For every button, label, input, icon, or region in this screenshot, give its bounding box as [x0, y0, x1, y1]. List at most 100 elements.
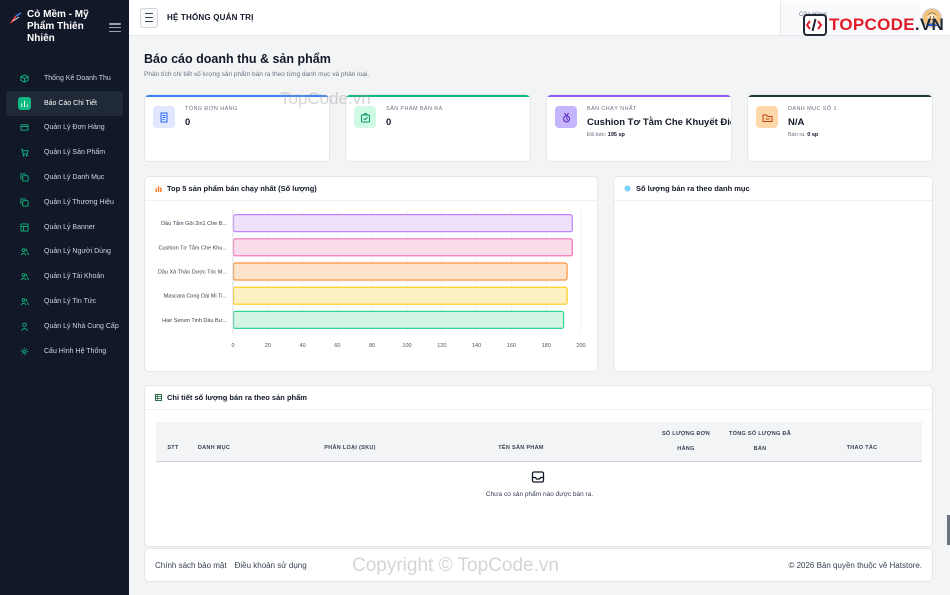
x-tick-label: 120 — [437, 343, 446, 349]
top-products-bar-chart: 0 20 40 60 80 100 120 140 160 180 200 Dầu Tắm Gội 2… — [158, 210, 586, 349]
sidebar-item-label: Quản Lý Tài Khoản — [44, 273, 105, 281]
sidebar-item-6[interactable]: Quản Lý Banner — [6, 215, 123, 240]
sidebar-item-11[interactable]: Cấu Hình Hệ Thống — [6, 339, 123, 364]
main-content: Báo cáo doanh thu & sản phẩm Phân tích c… — [129, 36, 950, 595]
sidebar-item-label: Quản Lý Danh Mục — [44, 174, 105, 182]
stat-card-3: DANH MỤC SỐ 1 N/A Bán ra: 0 sp — [747, 94, 933, 162]
bar-0[interactable] — [232, 214, 573, 233]
sidebar-toggle-icon[interactable] — [109, 23, 121, 32]
sidebar-item-label: Quản Lý Sản Phẩm — [44, 149, 106, 157]
copy-icon — [18, 171, 31, 184]
x-tick-label: 160 — [507, 343, 516, 349]
pie-card-title: Số lượng bán ra theo danh mục — [636, 184, 750, 193]
stat-value: 0 — [185, 117, 191, 128]
x-tick-label: 0 — [231, 343, 234, 349]
stat-label: BÁN CHẠY NHẤT — [587, 106, 637, 112]
stat-label: DANH MỤC SỐ 1 — [788, 106, 837, 112]
bar-1[interactable] — [232, 238, 573, 257]
table-card-title: Chi tiết số lượng bán ra theo sản phẩm — [167, 393, 307, 402]
x-tick-label: 180 — [542, 343, 551, 349]
stat-accent-bar — [748, 95, 932, 97]
sidebar-item-label: Quản Lý Người Dùng — [44, 248, 111, 256]
x-tick-label: 60 — [334, 343, 340, 349]
sidebar-item-7[interactable]: Quản Lý Người Dùng — [6, 240, 123, 265]
footer: Chính sách bảo mật Điều khoản sử dụng © … — [144, 548, 933, 582]
sidebar-nav: Thống Kê Doanh Thu Báo Cáo Chi Tiết Quản L… — [0, 66, 129, 364]
top-products-chart-card: Top 5 sản phẩm bán chạy nhất (Số lượng) … — [144, 176, 598, 372]
medal-icon — [555, 106, 577, 128]
sidebar-item-label: Quản Lý Đơn Hàng — [44, 124, 105, 132]
box-icon — [18, 72, 31, 85]
bar-chart-icon — [155, 186, 162, 192]
stat-note: Bán ra: 0 sp — [788, 132, 819, 138]
users-icon — [18, 270, 31, 283]
brand-name: Cỏ Mềm - Mỹ Phẩm Thiên Nhiên — [27, 9, 89, 44]
sidebar-item-9[interactable]: Quản Lý Tin Tức — [6, 289, 123, 314]
empty-state-text: Chưa có sản phẩm nào được bán ra. — [485, 491, 594, 498]
stat-value: 0 — [386, 117, 392, 128]
sidebar-item-0[interactable]: Thống Kê Doanh Thu — [6, 66, 123, 91]
table-header: STT DANH MỤC PHÂN LOẠI (SKU) TÊN SẢN PHẨM SỐ… — [156, 422, 922, 462]
list-icon — [153, 106, 175, 128]
table-column-header-2: PHÂN LOẠI (SKU) — [324, 445, 376, 451]
sidebar-item-label: Quản Lý Tin Tức — [44, 298, 97, 306]
bar-2[interactable] — [232, 262, 568, 281]
card-icon — [18, 121, 31, 134]
privacy-policy-link[interactable]: Chính sách bảo mật — [155, 561, 227, 570]
pie-chart-icon — [624, 185, 631, 192]
sidebar-item-1[interactable]: Báo Cáo Chi Tiết — [6, 90, 123, 116]
sidebar-item-5[interactable]: Quản Lý Thương Hiệu — [6, 190, 123, 215]
stat-accent-bar — [145, 95, 329, 97]
stat-card-0: TỔNG ĐƠN HÀNG 0 — [144, 94, 330, 162]
users-icon — [18, 245, 31, 258]
empty-inbox-icon — [531, 471, 545, 483]
sidebar-item-label: Quản Lý Nhà Cung Cấp — [44, 322, 119, 330]
sidebar-item-10[interactable]: Quản Lý Nhà Cung Cấp — [6, 314, 123, 339]
sidebar-item-4[interactable]: Quản Lý Danh Mục — [6, 165, 123, 190]
sidebar-item-label: Quản Lý Banner — [44, 223, 95, 231]
terms-of-use-link[interactable]: Điều khoản sử dụng — [235, 561, 307, 570]
y-category-label: Dầu Xả Thảo Dược Tóc M... — [158, 270, 228, 276]
y-category-label: Mascara Cong Dài Mi Ti... — [164, 294, 228, 300]
bar-chart-icon — [18, 96, 31, 110]
bar-3[interactable] — [232, 286, 568, 305]
table-column-header-5: TỔNG SỐ LƯỢNG ĐÃ BÁN — [728, 431, 792, 452]
x-tick-label: 100 — [402, 343, 411, 349]
sidebar-item-label: Thống Kê Doanh Thu — [44, 74, 111, 82]
topcode-logo: TOPCODE.VN — [803, 12, 944, 38]
sidebar-item-3[interactable]: Quản Lý Sản Phẩm — [6, 140, 123, 165]
sales-detail-table-card: Chi tiết số lượng bán ra theo sản phẩm S… — [144, 385, 933, 547]
layout-icon — [18, 221, 31, 234]
table-column-header-1: DANH MỤC — [197, 445, 231, 451]
x-tick-label: 140 — [472, 343, 481, 349]
bag-icon — [354, 106, 376, 128]
header-title: HỆ THỐNG QUẢN TRỊ — [167, 13, 254, 22]
sidebar-item-2[interactable]: Quản Lý Đơn Hàng — [6, 116, 123, 141]
table-card-header: Chi tiết số lượng bán ra theo sản phẩm — [145, 386, 932, 410]
stat-value: Cushion Tơ Tằm Che Khuyết Điểm Tự Nhiên — [587, 117, 731, 128]
x-tick-label: 200 — [576, 343, 585, 349]
sidebar-item-8[interactable]: Quản Lý Tài Khoản — [6, 264, 123, 289]
sidebar-item-label: Báo Cáo Chi Tiết — [44, 99, 97, 107]
x-tick-label: 40 — [300, 343, 306, 349]
brand[interactable]: Cỏ Mềm - Mỹ Phẩm Thiên Nhiên — [0, 0, 129, 58]
cart-icon — [18, 146, 31, 159]
category-sales-card: Số lượng bán ra theo danh mục — [613, 176, 933, 372]
chart-card-header: Top 5 sản phẩm bán chạy nhất (Số lượng) — [145, 177, 597, 201]
sidebar-item-label: Cấu Hình Hệ Thống — [44, 347, 107, 355]
chart-card-title: Top 5 sản phẩm bán chạy nhất (Số lượng) — [167, 184, 317, 193]
y-category-label: Hair Serum Tinh Dầu Bư... — [162, 318, 227, 324]
gear-icon — [18, 345, 31, 358]
pie-card-header: Số lượng bán ra theo danh mục — [614, 177, 932, 201]
topcode-logo-text: TOPCODE.VN — [829, 15, 945, 34]
page-title: Báo cáo doanh thu & sản phẩm — [144, 52, 331, 66]
page-subtitle: Phân tích chi tiết số lượng sản phẩm bán… — [144, 71, 370, 78]
stat-accent-bar — [547, 95, 731, 97]
leaf-logo-icon — [10, 12, 22, 24]
users-icon — [18, 295, 31, 308]
menu-toggle-button[interactable] — [140, 7, 158, 28]
bar-4[interactable] — [232, 310, 565, 330]
stat-label: SẢN PHẨM BÁN RA — [386, 106, 443, 112]
table-column-header-6: THAO TÁC — [846, 445, 878, 451]
table-column-header-3: TÊN SẢN PHẨM — [498, 445, 544, 451]
